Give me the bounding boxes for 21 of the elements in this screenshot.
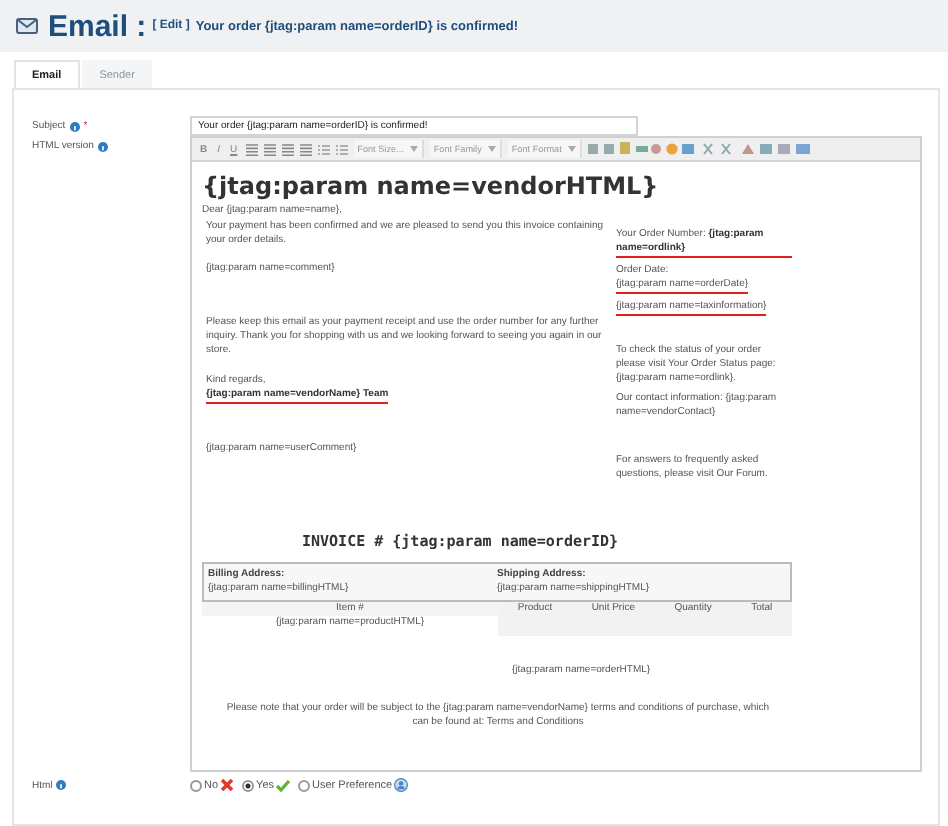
caret-icon [567,146,576,152]
list-icon[interactable] [317,143,330,155]
align-icon[interactable] [263,143,276,155]
radio-button[interactable] [298,779,311,791]
info-icon [56,780,67,790]
align-icon[interactable] [281,143,294,155]
vendor-heading: {jtag:param name=vendorHTML} [202,172,661,200]
page-title: Email : [48,9,147,43]
align-icon[interactable] [245,143,258,155]
caret-icon [487,146,496,152]
user-icon [394,778,409,792]
info-icon [97,141,108,151]
radio-button[interactable] [242,779,255,791]
envelope-icon [16,18,38,34]
caret-icon [409,146,418,152]
cross-icon [220,778,235,792]
align-icon[interactable] [299,143,312,155]
info-icon [69,121,80,131]
checkmark-icon [276,779,291,791]
list-icon[interactable] [335,143,348,155]
radio-button[interactable] [190,779,202,791]
